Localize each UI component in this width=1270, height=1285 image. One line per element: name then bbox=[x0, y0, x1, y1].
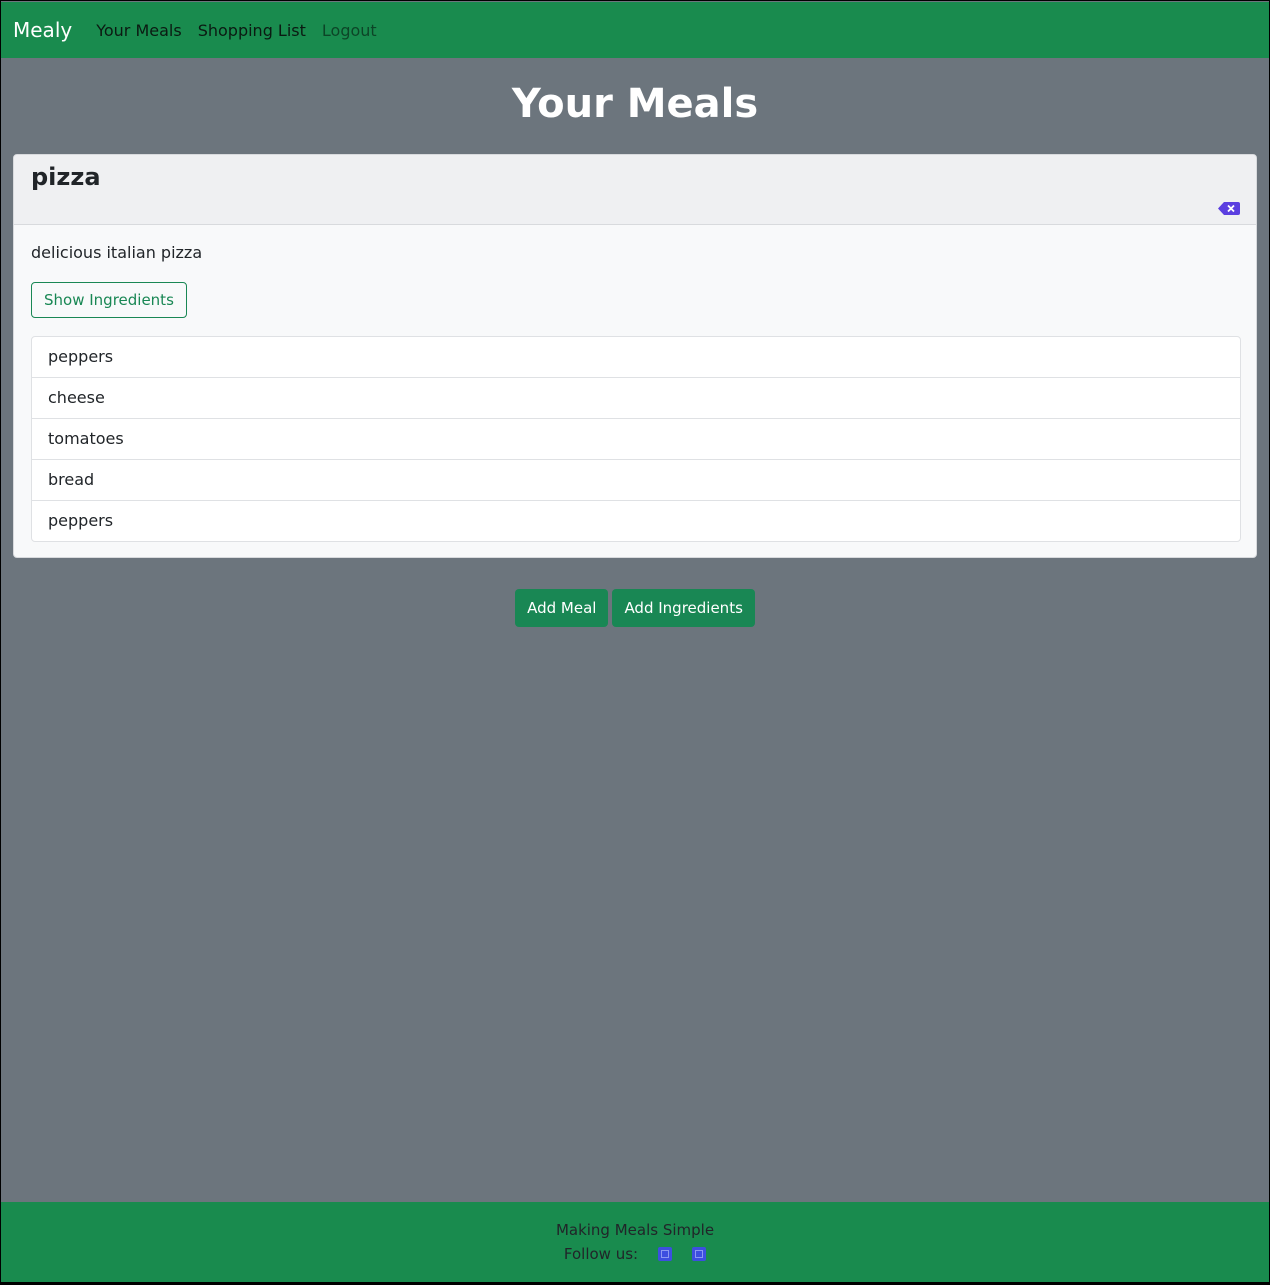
meal-card-header: pizza bbox=[14, 155, 1256, 225]
meal-card: pizza delicious italian pizza Show Ingre… bbox=[13, 154, 1257, 558]
delete-meal-icon[interactable] bbox=[1218, 202, 1240, 215]
footer-tagline: Making Meals Simple bbox=[555, 1221, 715, 1239]
nav-logout[interactable]: Logout bbox=[322, 21, 377, 40]
meal-description: delicious italian pizza bbox=[31, 243, 203, 262]
ingredient-item: bread bbox=[32, 460, 1240, 501]
ingredient-list: peppers cheese tomatoes bread peppers bbox=[31, 336, 1241, 542]
ingredient-item: cheese bbox=[32, 378, 1240, 419]
action-buttons: Add Meal Add Ingredients bbox=[1, 589, 1269, 627]
follow-label: Follow us: bbox=[563, 1245, 639, 1263]
ingredient-item: peppers bbox=[32, 337, 1240, 378]
app-frame: Mealy Your Meals Shopping List Logout Yo… bbox=[1, 1, 1269, 1282]
meal-title: pizza bbox=[31, 163, 101, 191]
follow-us: Follow us: bbox=[1, 1245, 1269, 1263]
nav-shopping-list[interactable]: Shopping List bbox=[198, 21, 306, 40]
ingredient-item: tomatoes bbox=[32, 419, 1240, 460]
show-ingredients-button[interactable]: Show Ingredients bbox=[31, 282, 187, 318]
add-meal-button[interactable]: Add Meal bbox=[515, 589, 609, 627]
footer: Making Meals Simple Follow us: bbox=[1, 1202, 1269, 1282]
instagram-icon[interactable] bbox=[692, 1247, 707, 1261]
nav-your-meals[interactable]: Your Meals bbox=[96, 21, 181, 40]
brand-logo[interactable]: Mealy bbox=[13, 18, 72, 42]
ingredient-item: peppers bbox=[48, 511, 114, 530]
facebook-icon[interactable] bbox=[658, 1247, 673, 1261]
navbar: Mealy Your Meals Shopping List Logout bbox=[1, 2, 1269, 58]
page-title: Your Meals bbox=[511, 81, 759, 127]
add-ingredients-button[interactable]: Add Ingredients bbox=[612, 589, 755, 627]
